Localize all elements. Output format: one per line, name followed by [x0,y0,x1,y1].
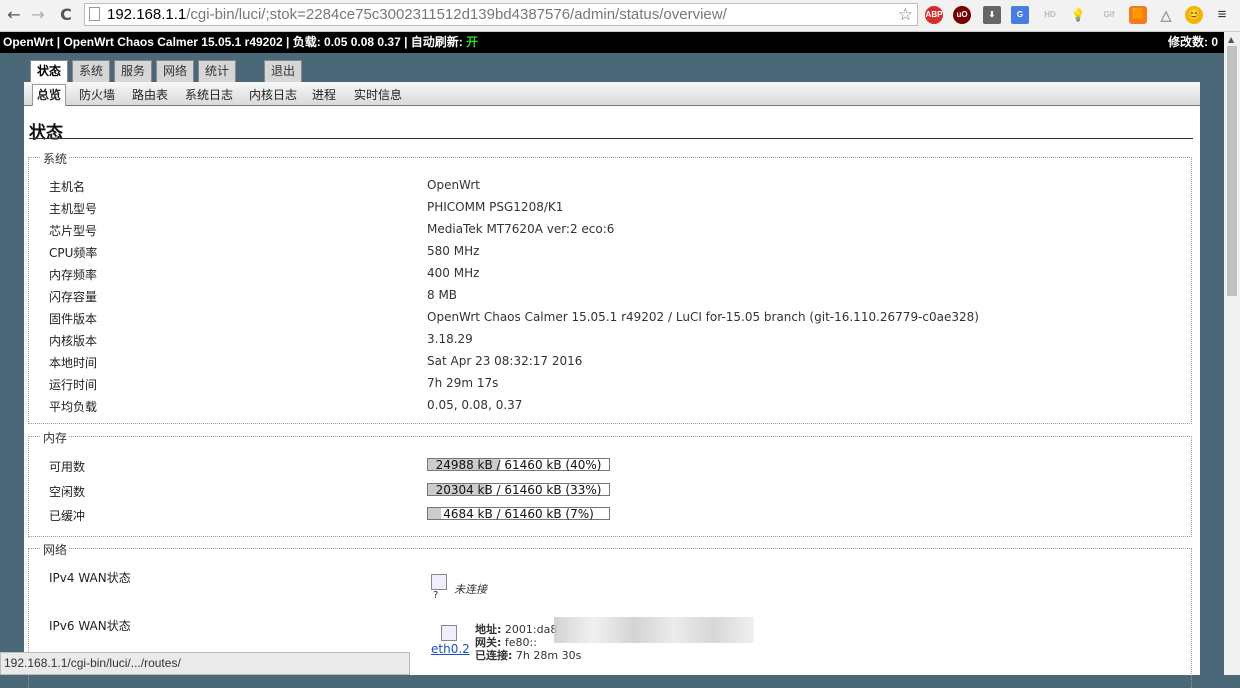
firmware-label: 固件版本 [49,312,98,326]
load-label: 平均负载 [49,400,98,414]
menu-icon[interactable]: ≡ [1213,6,1231,24]
load-value: 0.05, 0.08, 0.37 [427,398,523,412]
mem-free-label: 空闲数 [49,485,86,499]
mem-free-text: 20304 kB / 61460 kB (33%) [435,483,602,497]
ipv6-wan-label: IPv6 WAN状态 [49,619,131,633]
chip-value: MediaTek MT7620A ver:2 eco:6 [427,222,615,236]
ipv4-wan-label: IPv4 WAN状态 [49,571,131,585]
subtab-syslog[interactable]: 系统日志 [185,86,233,103]
openwrt-header: OpenWrt | OpenWrt Chaos Calmer 15.05.1 r… [0,32,1224,53]
autorefresh-toggle[interactable]: 开 [466,35,478,49]
chip-label: 芯片型号 [49,224,98,238]
memory-section: 内存 可用数 24988 kB / 61460 kB (40%) 空闲数 203… [28,429,1192,537]
tab-services[interactable]: 服务 [114,60,153,82]
ipv4-status: 未连接 [454,583,487,596]
subtab-firewall[interactable]: 防火墙 [79,86,115,103]
subtab-realtime[interactable]: 实时信息 [354,86,402,103]
scroll-thumb[interactable] [1227,46,1237,296]
ethernet-connected-icon [441,625,457,641]
cpu-freq-value: 580 MHz [427,244,480,258]
subtab-overview[interactable]: 总览 [32,84,67,106]
browser-status-bar: 192.168.1.1/cgi-bin/luci/.../routes/ [0,652,410,675]
flash-value: 8 MB [427,288,458,302]
bookmark-star-icon[interactable]: ☆ [898,5,913,25]
tab-system[interactable]: 系统 [72,60,111,82]
download-icon[interactable]: ⬇ [983,6,1001,24]
ublock-origin-icon[interactable]: uO [953,6,971,24]
ipv6-iface-link[interactable]: eth0.2 [431,642,470,656]
main-content: 总览 防火墙 路由表 系统日志 内核日志 进程 实时信息 状态 系统 主机名 O… [24,82,1200,688]
mem-available-label: 可用数 [49,460,86,474]
tab-network[interactable]: 网络 [156,60,195,82]
model-value: PHICOMM PSG1208/K1 [427,200,564,214]
back-arrow-icon[interactable]: ← [4,5,24,25]
url-text[interactable]: 192.168.1.1/cgi-bin/luci/;stok=2284ce75c… [107,6,727,23]
localtime-label: 本地时间 [49,356,98,370]
subtab-kernel-log[interactable]: 内核日志 [249,86,297,103]
ipv4-unknown-mark: ? [433,590,439,601]
mem-buffered-label: 已缓冲 [49,509,86,523]
system-section: 系统 主机名 OpenWrt 主机型号 PHICOMM PSG1208/K1 芯… [28,150,1192,424]
ipv6-connected: 已连接: 7h 28m 30s [475,649,582,662]
gif-icon[interactable]: Gif [1099,6,1119,24]
mem-buffered-text: 4684 kB / 61460 kB (7%) [443,507,594,521]
header-title: OpenWrt | OpenWrt Chaos Calmer 15.05.1 r… [3,35,479,49]
cpu-freq-label: CPU频率 [49,246,98,260]
google-translate-icon[interactable]: G [1011,6,1029,24]
kernel-value: 3.18.29 [427,332,473,346]
kernel-label: 内核版本 [49,334,98,348]
mem-freq-label: 内存频率 [49,268,98,282]
memory-legend: 内存 [41,429,70,446]
lightbulb-icon[interactable]: 💡 [1069,6,1087,24]
mem-buffered-bar: 4684 kB / 61460 kB (7%) [427,507,610,521]
model-label: 主机型号 [49,202,98,216]
mem-available-text: 24988 kB / 61460 kB (40%) [435,458,602,472]
uptime-label: 运行时间 [49,378,98,392]
redacted-blur [554,617,754,643]
page-title: 状态 [29,123,63,143]
mem-freq-value: 400 MHz [427,266,480,280]
hostname-label: 主机名 [49,180,86,194]
changes-count[interactable]: 修改数: 0 [1168,32,1218,53]
scrollbar[interactable]: ▲ [1224,32,1240,675]
cloud-drive-icon[interactable]: △ [1157,6,1175,24]
title-divider [29,138,1193,139]
smiley-icon[interactable]: 😊 [1185,6,1203,24]
sub-tabs: 总览 防火墙 路由表 系统日志 内核日志 进程 实时信息 [24,82,1200,106]
system-legend: 系统 [41,150,70,167]
hostname-value: OpenWrt [427,178,481,192]
mem-free-bar: 20304 kB / 61460 kB (33%) [427,483,610,497]
reload-icon[interactable]: C [56,5,76,25]
flash-label: 闪存容量 [49,290,98,304]
address-bar[interactable]: 192.168.1.1/cgi-bin/luci/;stok=2284ce75c… [84,3,918,26]
subtab-routes[interactable]: 路由表 [132,86,168,103]
network-legend: 网络 [41,541,70,558]
subtab-processes[interactable]: 进程 [312,86,336,103]
page-icon [89,7,100,21]
weibo-orange-icon[interactable]: 🟧 [1129,6,1147,24]
tab-logout[interactable]: 退出 [264,60,303,82]
tab-status[interactable]: 状态 [30,60,69,82]
firmware-value: OpenWrt Chaos Calmer 15.05.1 r49202 / Lu… [427,310,979,324]
browser-toolbar: ← → C 192.168.1.1/cgi-bin/luci/;stok=228… [0,0,1240,32]
forward-arrow-icon[interactable]: → [28,5,48,25]
hd-icon[interactable]: HD [1039,6,1061,24]
adblock-plus-icon[interactable]: ABP [925,6,943,24]
scroll-up-icon[interactable]: ▲ [1228,35,1234,44]
uptime-value: 7h 29m 17s [427,376,499,390]
tab-statistics[interactable]: 统计 [198,60,237,82]
localtime-value: Sat Apr 23 08:32:17 2016 [427,354,583,368]
mem-available-bar: 24988 kB / 61460 kB (40%) [427,458,610,472]
ethernet-disconnected-icon [431,574,447,590]
